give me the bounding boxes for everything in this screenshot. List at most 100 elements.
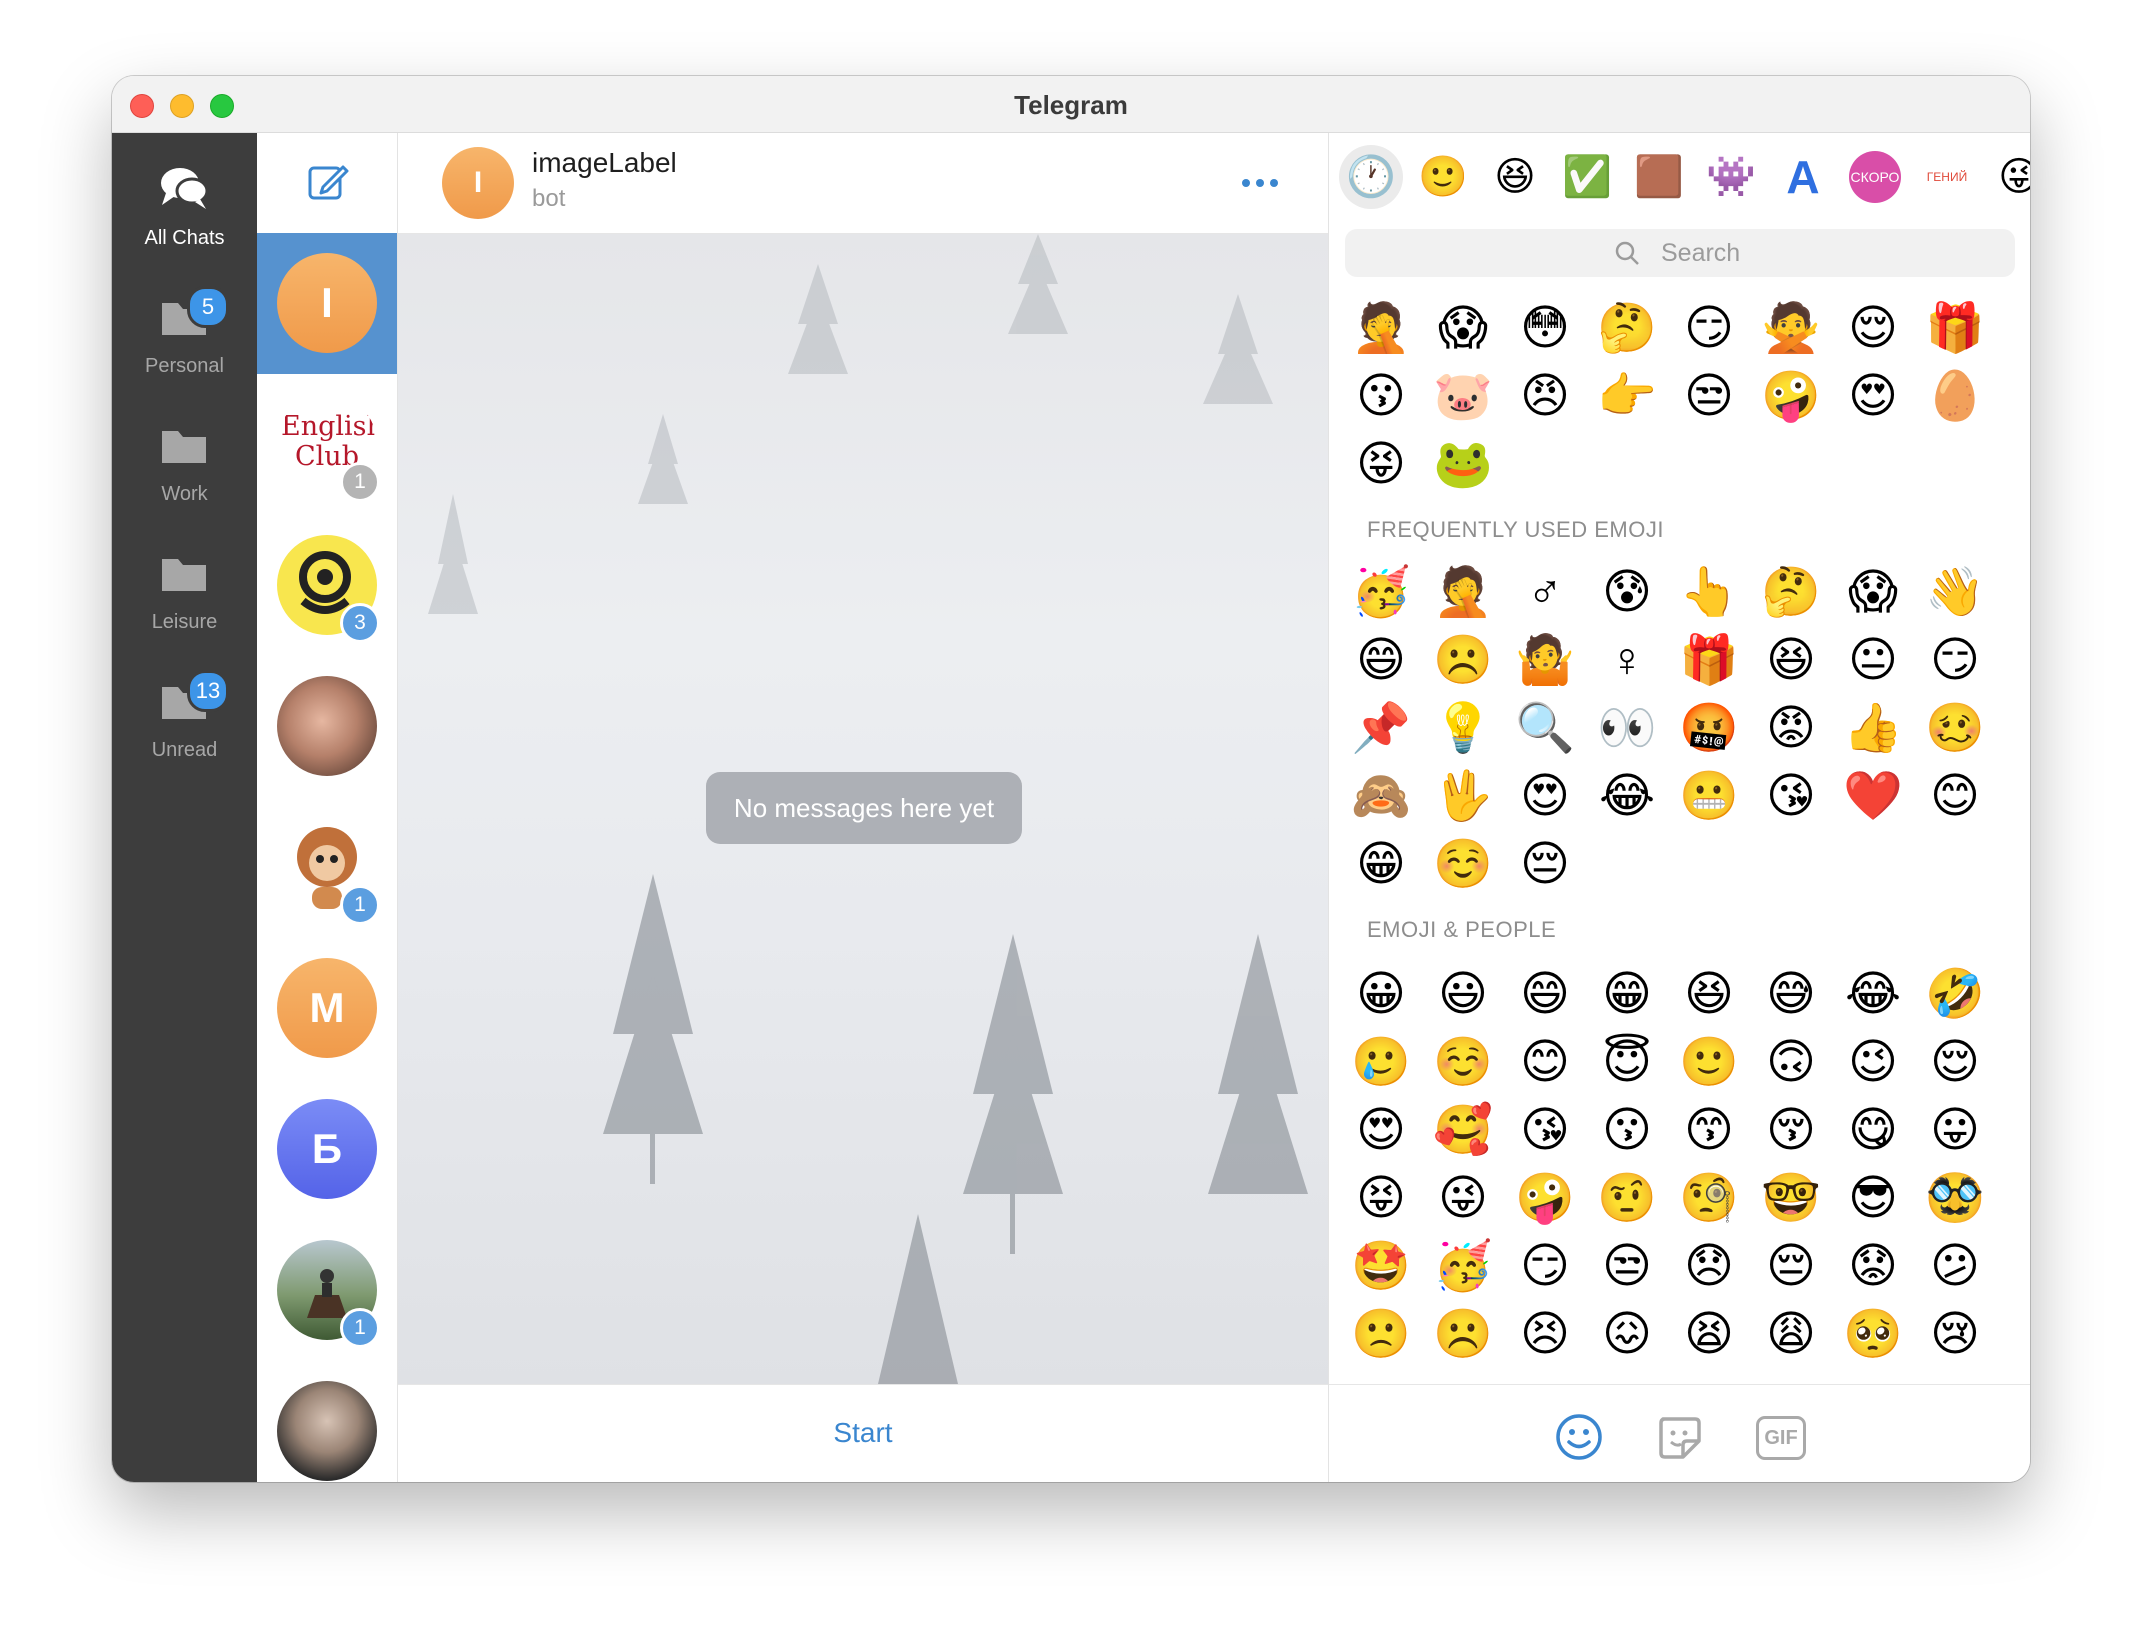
- recent-sticker[interactable]: 🥚: [1925, 367, 1985, 427]
- emoji-item[interactable]: 😟: [1843, 1237, 1903, 1297]
- emoji-item[interactable]: 👍: [1843, 699, 1903, 759]
- emoji-item[interactable]: 🖖: [1433, 767, 1493, 827]
- emoji-item[interactable]: 🙃: [1761, 1033, 1821, 1093]
- emoji-item[interactable]: ☹️: [1433, 1305, 1493, 1365]
- emoji-item[interactable]: 🥰: [1433, 1101, 1493, 1161]
- emoji-item[interactable]: 😂: [1597, 767, 1657, 827]
- emoji-item[interactable]: 😁: [1351, 835, 1411, 895]
- emoji-item[interactable]: 🥳: [1351, 563, 1411, 623]
- emoji-item[interactable]: ♀: [1597, 631, 1657, 691]
- emoji-item[interactable]: 😖: [1597, 1305, 1657, 1365]
- compose-icon[interactable]: [307, 161, 349, 203]
- emoji-item[interactable]: 😙: [1679, 1101, 1739, 1161]
- emoji-item[interactable]: 👋: [1925, 563, 1985, 623]
- emoji-item[interactable]: 😣: [1515, 1305, 1575, 1365]
- chat-item-8[interactable]: 1: [257, 1220, 397, 1361]
- chat-item-english-club[interactable]: English Club 1: [257, 374, 397, 515]
- emoji-item[interactable]: 💡: [1433, 699, 1493, 759]
- emoji-item[interactable]: ☺️: [1433, 835, 1493, 895]
- emoji-item[interactable]: 🤩: [1351, 1237, 1411, 1297]
- chat-item-5[interactable]: 1: [257, 797, 397, 938]
- emoji-item[interactable]: 😍: [1351, 1101, 1411, 1161]
- emoji-item[interactable]: 😘: [1515, 1101, 1575, 1161]
- recent-sticker[interactable]: 👉: [1597, 367, 1657, 427]
- emoji-item[interactable]: 😂: [1843, 965, 1903, 1025]
- recent-sticker[interactable]: 😳: [1515, 299, 1575, 359]
- recent-sticker[interactable]: 🎁: [1925, 299, 1985, 359]
- conversation-avatar[interactable]: I: [442, 147, 514, 219]
- emoji-item[interactable]: 😒: [1597, 1237, 1657, 1297]
- emoji-item[interactable]: 😚: [1761, 1101, 1821, 1161]
- emoji-item[interactable]: 👀: [1597, 699, 1657, 759]
- emoji-item[interactable]: 😔: [1761, 1237, 1821, 1297]
- emoji-item[interactable]: 😛: [1925, 1101, 1985, 1161]
- emoji-item[interactable]: 😢: [1925, 1305, 1985, 1365]
- emoji-item[interactable]: 🥸: [1925, 1169, 1985, 1229]
- recent-sticker[interactable]: 🐸: [1433, 435, 1493, 495]
- emoji-item[interactable]: 😄: [1515, 965, 1575, 1025]
- recent-sticker[interactable]: 😠: [1515, 367, 1575, 427]
- emoji-item[interactable]: 😱: [1843, 563, 1903, 623]
- emoji-item[interactable]: 📌: [1351, 699, 1411, 759]
- chat-item-4[interactable]: [257, 656, 397, 797]
- emoji-item[interactable]: 😎: [1843, 1169, 1903, 1229]
- folder-work[interactable]: Work: [112, 409, 257, 529]
- emoji-item[interactable]: ☺️: [1433, 1033, 1493, 1093]
- emoji-item[interactable]: ❤️: [1843, 767, 1903, 827]
- emoji-item[interactable]: 😇: [1597, 1033, 1657, 1093]
- emoji-item[interactable]: 😰: [1597, 563, 1657, 623]
- emoji-item[interactable]: 😕: [1925, 1237, 1985, 1297]
- emoji-item[interactable]: 😬: [1679, 767, 1739, 827]
- conversation-name[interactable]: imageLabel: [532, 147, 677, 179]
- emoji-item[interactable]: 😜: [1433, 1169, 1493, 1229]
- recent-sticker[interactable]: 🤪: [1761, 367, 1821, 427]
- folder-all-chats[interactable]: All Chats: [112, 153, 257, 273]
- start-button[interactable]: Start: [398, 1417, 1328, 1449]
- recent-sticker[interactable]: 🤦: [1351, 299, 1411, 359]
- emoji-item[interactable]: 😅: [1761, 965, 1821, 1025]
- emoji-item[interactable]: 😌: [1925, 1033, 1985, 1093]
- chat-item-imagelabel[interactable]: I: [257, 233, 397, 374]
- emoji-item[interactable]: 😔: [1515, 835, 1575, 895]
- gif-tab-icon[interactable]: GIF: [1753, 1411, 1806, 1463]
- chat-item-6[interactable]: M: [257, 938, 397, 1079]
- emoji-item[interactable]: 😫: [1679, 1305, 1739, 1365]
- recent-sticker[interactable]: 😱: [1433, 299, 1493, 359]
- recent-sticker[interactable]: 😒: [1679, 367, 1739, 427]
- emoji-item[interactable]: 😐: [1843, 631, 1903, 691]
- recent-sticker[interactable]: 😌: [1843, 299, 1903, 359]
- emoji-item[interactable]: 😊: [1925, 767, 1985, 827]
- emoji-item[interactable]: 🙈: [1351, 767, 1411, 827]
- emoji-item[interactable]: 😄: [1351, 631, 1411, 691]
- chat-item-7[interactable]: Б: [257, 1079, 397, 1220]
- emoji-item[interactable]: 🔍: [1515, 699, 1575, 759]
- emoji-item[interactable]: 😋: [1843, 1101, 1903, 1161]
- emoji-item[interactable]: 🥳: [1433, 1237, 1493, 1297]
- emoji-item[interactable]: 😍: [1515, 767, 1575, 827]
- emoji-item[interactable]: 😩: [1761, 1305, 1821, 1365]
- emoji-item[interactable]: 🤬: [1679, 699, 1739, 759]
- folder-personal[interactable]: 5 Personal: [112, 281, 257, 401]
- emoji-item[interactable]: 👆: [1679, 563, 1739, 623]
- emoji-item[interactable]: ☹️: [1433, 631, 1493, 691]
- emoji-item[interactable]: 🙁: [1351, 1305, 1411, 1365]
- recent-sticker[interactable]: 🙅: [1761, 299, 1821, 359]
- chat-item-9[interactable]: [257, 1361, 397, 1482]
- emoji-item[interactable]: ♂: [1515, 563, 1575, 623]
- emoji-item[interactable]: 😉: [1843, 1033, 1903, 1093]
- emoji-item[interactable]: 😊: [1515, 1033, 1575, 1093]
- emoji-item[interactable]: 😆: [1679, 965, 1739, 1025]
- emoji-tab-icon[interactable]: [1553, 1411, 1605, 1463]
- recent-sticker[interactable]: 🐷: [1433, 367, 1493, 427]
- emoji-item[interactable]: 🥲: [1351, 1033, 1411, 1093]
- folder-leisure[interactable]: Leisure: [112, 537, 257, 657]
- recent-sticker[interactable]: 😗: [1351, 367, 1411, 427]
- recent-sticker[interactable]: 😍: [1843, 367, 1903, 427]
- emoji-item[interactable]: 🥴: [1925, 699, 1985, 759]
- emoji-item[interactable]: 🎁: [1679, 631, 1739, 691]
- emoji-item[interactable]: 🤪: [1515, 1169, 1575, 1229]
- emoji-item[interactable]: 🧐: [1679, 1169, 1739, 1229]
- emoji-item[interactable]: 🤦: [1433, 563, 1493, 623]
- emoji-item[interactable]: 😡: [1761, 699, 1821, 759]
- emoji-item[interactable]: 😝: [1351, 1169, 1411, 1229]
